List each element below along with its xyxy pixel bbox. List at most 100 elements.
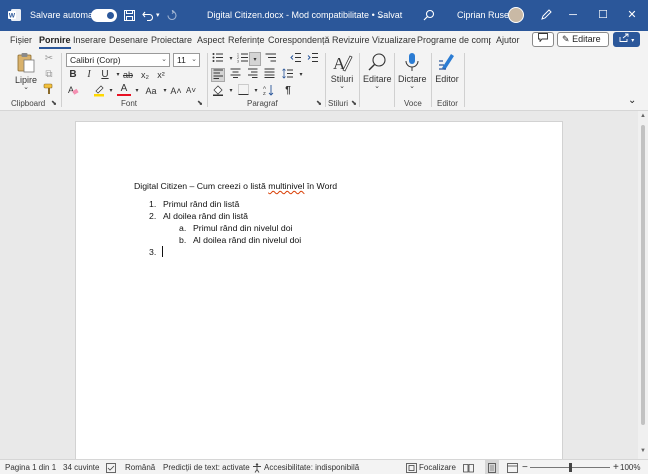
italic-button[interactable]: I <box>82 68 96 82</box>
list-item[interactable]: 1. Primul rând din listă <box>149 199 239 209</box>
proofing-icon[interactable] <box>106 460 116 474</box>
clear-formatting-icon[interactable]: A <box>66 84 80 98</box>
autosave-toggle[interactable] <box>91 9 117 22</box>
tab-review[interactable]: Revizuire <box>332 31 370 49</box>
accessibility-status[interactable]: Accesibilitate: indisponibilă <box>264 460 359 474</box>
tab-insert[interactable]: Inserare <box>73 31 106 49</box>
align-right-icon[interactable] <box>245 68 259 82</box>
web-layout-icon[interactable] <box>507 460 518 474</box>
comments-button[interactable] <box>532 32 554 47</box>
scrollbar-thumb[interactable] <box>641 125 645 425</box>
vertical-scrollbar[interactable]: ▲ ▼ <box>638 111 648 459</box>
font-launcher-icon[interactable]: ⬊ <box>197 99 203 107</box>
show-formatting-icon[interactable]: ¶ <box>281 84 295 98</box>
strikethrough-button[interactable]: ab <box>121 68 135 82</box>
numbering-icon[interactable]: 123 <box>236 52 250 66</box>
list-item[interactable]: a. Primul rând din nivelul doi <box>179 223 292 233</box>
minimize-button[interactable]: ─ <box>557 0 589 31</box>
undo-dropdown-icon[interactable]: ▾ <box>156 0 160 31</box>
zoom-level[interactable]: 100% <box>620 460 640 474</box>
paragraph-launcher-icon[interactable]: ⬊ <box>316 99 322 107</box>
avatar[interactable] <box>508 7 524 23</box>
clipboard-launcher-icon[interactable]: ⬊ <box>51 99 57 107</box>
user-name[interactable]: Ciprian Rusen <box>457 0 514 31</box>
maximize-button[interactable]: ☐ <box>587 0 619 31</box>
misspelled-word[interactable]: multinivel <box>268 181 304 191</box>
bold-button[interactable]: B <box>66 68 80 82</box>
highlight-dropdown-icon[interactable]: ▾ <box>104 84 118 98</box>
document-page[interactable]: Digital Citizen – Cum creezi o listă mul… <box>75 121 563 461</box>
multilevel-list-icon[interactable]: ▾ <box>249 52 261 66</box>
align-center-icon[interactable] <box>228 68 242 82</box>
borders-icon[interactable] <box>236 84 250 98</box>
align-left-icon[interactable] <box>211 68 225 82</box>
multilevel-list-glyph-icon[interactable] <box>264 52 278 66</box>
cut-icon[interactable]: ✂ <box>42 52 56 66</box>
font-size-combo[interactable]: 11 ⌄ <box>173 53 200 67</box>
borders-dropdown-icon[interactable]: ▾ <box>249 84 263 98</box>
styles-button[interactable]: A Stiluri ⌄ <box>329 52 355 96</box>
editing-mode-button[interactable]: ✎ Editare ▾ <box>557 32 609 57</box>
search-icon[interactable] <box>423 0 435 31</box>
collapse-ribbon-icon[interactable]: ⌄ <box>628 95 636 106</box>
font-color-button[interactable]: A <box>117 83 131 96</box>
copy-icon[interactable]: ⧉ <box>42 68 56 82</box>
language[interactable]: Română <box>125 460 155 474</box>
styles-launcher-icon[interactable]: ⬊ <box>351 99 357 107</box>
tab-design[interactable]: Proiectare <box>151 31 192 49</box>
grow-font-button[interactable]: A˄ <box>169 84 183 98</box>
shading-icon[interactable] <box>211 84 225 98</box>
shrink-font-button[interactable]: A˅ <box>184 84 198 98</box>
line-spacing-icon[interactable] <box>281 68 295 82</box>
format-painter-icon[interactable] <box>42 83 56 97</box>
line-spacing-dropdown-icon[interactable]: ▾ <box>294 68 308 82</box>
bullets-icon[interactable] <box>211 52 225 66</box>
scroll-down-icon[interactable]: ▼ <box>640 448 646 454</box>
tab-draw[interactable]: Desenare <box>109 31 148 49</box>
paste-button[interactable]: Lipire ⌄ <box>11 51 41 93</box>
zoom-out-button[interactable]: − <box>522 460 528 474</box>
font-name-combo[interactable]: Calibri (Corp) ⌄ <box>66 53 170 67</box>
document-heading[interactable]: Digital Citizen – Cum creezi o listă mul… <box>134 181 337 191</box>
decrease-indent-icon[interactable] <box>289 52 303 66</box>
tab-mailings[interactable]: Corespondență <box>268 31 330 49</box>
editing-button[interactable]: Editare ⌄ <box>363 52 392 96</box>
close-button[interactable]: ✕ <box>616 0 648 31</box>
undo-icon[interactable] <box>142 0 154 31</box>
tab-view[interactable]: Vizualizare <box>372 31 416 49</box>
underline-button[interactable]: U <box>98 68 112 82</box>
title-chevron-down-icon[interactable]: ⌄ <box>377 0 385 31</box>
scroll-up-icon[interactable]: ▲ <box>640 113 646 119</box>
sort-icon[interactable]: AZ <box>262 84 276 98</box>
list-item[interactable]: 2. Al doilea rând din listă <box>149 211 248 221</box>
tab-file[interactable]: Fișier <box>10 31 32 49</box>
tab-references[interactable]: Referințe <box>228 31 265 49</box>
subscript-button[interactable]: x₂ <box>138 68 152 82</box>
increase-indent-icon[interactable] <box>306 52 320 66</box>
read-mode-icon[interactable] <box>463 460 474 474</box>
focus-mode[interactable]: Focalizare <box>419 460 456 474</box>
editor-button[interactable]: Editor <box>434 52 460 92</box>
tab-help[interactable]: Ajutor <box>496 31 520 49</box>
superscript-button[interactable]: x² <box>154 68 168 82</box>
text-predictions[interactable]: Predicții de text: activate <box>163 460 250 474</box>
tab-addins[interactable]: Programe de compl <box>417 31 491 49</box>
justify-icon[interactable] <box>262 68 276 82</box>
accessibility-icon[interactable] <box>252 460 262 474</box>
page-count[interactable]: Pagina 1 din 1 <box>5 460 56 474</box>
tab-home[interactable]: Pornire <box>39 31 71 49</box>
list-item[interactable]: 3. <box>149 247 163 257</box>
list-item[interactable]: b. Al doilea rând din nivelul doi <box>179 235 301 245</box>
pen-icon[interactable] <box>540 0 552 31</box>
document-title[interactable]: Digital Citizen.docx - Mod compatibilita… <box>207 0 402 31</box>
share-button[interactable]: ▾ <box>613 32 640 47</box>
word-count[interactable]: 34 cuvinte <box>63 460 99 474</box>
save-icon[interactable] <box>124 0 135 31</box>
dictate-button[interactable]: Dictare ⌄ <box>398 52 427 96</box>
redo-icon[interactable] <box>166 0 178 31</box>
print-layout-icon[interactable] <box>485 460 499 474</box>
focus-icon[interactable] <box>406 460 417 474</box>
zoom-slider-thumb[interactable] <box>569 463 572 472</box>
tab-layout[interactable]: Aspect <box>197 31 225 49</box>
zoom-in-button[interactable]: + <box>613 460 619 474</box>
